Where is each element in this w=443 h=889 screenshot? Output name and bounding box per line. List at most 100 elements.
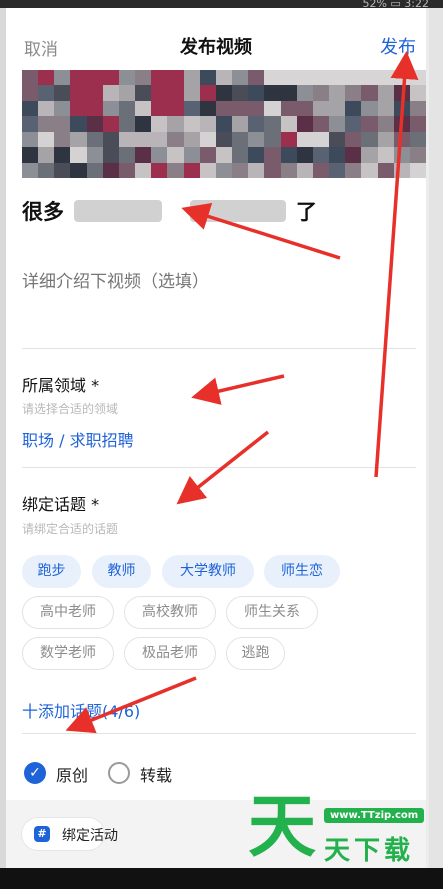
repost-option[interactable]: 转载 [108, 760, 198, 786]
thumbnail-mosaic-block [215, 85, 234, 102]
thumbnail-mosaic-block [377, 162, 395, 178]
thumbnail-mosaic-block [264, 162, 282, 178]
thumbnail-mosaic-block [135, 70, 153, 87]
thumbnail-mosaic-block [102, 100, 120, 118]
domain-selector[interactable]: 职场 / 求职招聘 [22, 427, 134, 451]
thumbnail-mosaic-block [118, 147, 137, 164]
topic-tag-suggestion[interactable]: 师生关系 [226, 596, 318, 629]
thumbnail-mosaic-block [118, 85, 137, 102]
thumbnail-mosaic-block [264, 131, 282, 149]
thumbnail-mosaic-block [70, 100, 88, 118]
thumbnail-mosaic-block [70, 147, 88, 164]
thumbnail-mosaic-block [86, 70, 104, 87]
thumbnail-mosaic-block [345, 100, 363, 118]
thumbnail-mosaic-block [215, 162, 234, 178]
topic-tag-selected[interactable]: 跑步 [22, 555, 81, 588]
watermark-url: www.TTzip.com [324, 808, 425, 823]
thumbnail-mosaic-block [54, 100, 72, 118]
topic-tag-suggestion[interactable]: 高校教师 [124, 596, 216, 629]
thumbnail-mosaic-block [312, 147, 331, 164]
thumbnail-mosaic-block [409, 116, 426, 133]
thumbnail-mosaic-block [329, 116, 347, 133]
topic-tag-suggestion[interactable]: 逃跑 [226, 637, 285, 670]
topic-tag-suggestion[interactable]: 极品老师 [124, 637, 216, 670]
thumbnail-mosaic-block [199, 147, 217, 164]
thumbnail-mosaic-block [329, 85, 347, 102]
description-input[interactable] [22, 252, 412, 312]
thumbnail-mosaic-block [215, 116, 234, 133]
thumbnail-mosaic-block [312, 162, 331, 178]
thumbnail-mosaic-block [54, 131, 72, 149]
thumbnail-mosaic-block [409, 147, 426, 164]
video-title-suffix: 了 [296, 200, 317, 224]
thumbnail-mosaic-block [199, 162, 217, 178]
thumbnail-mosaic-block [312, 100, 331, 118]
thumbnail-mosaic-block [22, 147, 40, 164]
thumbnail-mosaic-block [151, 100, 169, 118]
thumbnail-mosaic-block [248, 147, 266, 164]
thumbnail-mosaic-block [118, 162, 137, 178]
thumbnail-mosaic-block [345, 116, 363, 133]
redaction-blur [74, 200, 162, 222]
video-title-prefix: 很多 [22, 200, 64, 224]
thumbnail-mosaic-block [248, 131, 266, 149]
thumbnail-mosaic-block [86, 116, 104, 133]
thumbnail-mosaic-block [151, 116, 169, 133]
thumbnail-mosaic-block [264, 70, 282, 87]
publish-button[interactable]: 发布 [380, 33, 416, 59]
thumbnail-mosaic-block [86, 100, 104, 118]
thumbnail-mosaic-block [135, 85, 153, 102]
thumbnail-mosaic-block [199, 116, 217, 133]
thumbnail-mosaic-block [409, 70, 426, 87]
thumbnail-mosaic-block [345, 85, 363, 102]
thumbnail-mosaic-block [102, 85, 120, 102]
thumbnail-mosaic-block [151, 131, 169, 149]
thumbnail-mosaic-block [38, 131, 56, 149]
hash-icon: # [34, 826, 50, 842]
navigation-bar [0, 868, 443, 889]
topic-tag-suggestion[interactable]: 数学老师 [22, 637, 114, 670]
thumbnail-mosaic-block [264, 116, 282, 133]
thumbnail-mosaic-block [22, 100, 40, 118]
thumbnail-mosaic-block [167, 85, 185, 102]
publish-video-sheet: 取消 发布视频 发布 很多 了 所属领域 * 请选择合适的领域 职场 / 求职招聘… [6, 8, 426, 868]
original-option[interactable]: ✓ 原创 [24, 760, 104, 786]
video-cover-thumbnail[interactable] [22, 70, 426, 178]
thumbnail-mosaic-block [296, 116, 314, 133]
topic-tag-suggestion[interactable]: 高中老师 [22, 596, 114, 629]
thumbnail-mosaic-block [70, 70, 88, 87]
thumbnail-mosaic-block [151, 162, 169, 178]
thumbnail-mosaic-block [393, 70, 411, 87]
thumbnail-mosaic-block [22, 70, 40, 87]
thumbnail-mosaic-block [248, 85, 266, 102]
thumbnail-mosaic-block [183, 100, 201, 118]
thumbnail-mosaic-block [361, 147, 379, 164]
topic-tag-selected[interactable]: 教师 [92, 555, 151, 588]
thumbnail-mosaic-block [232, 70, 250, 87]
thumbnail-mosaic-block [102, 116, 120, 133]
thumbnail-mosaic-block [409, 162, 426, 178]
thumbnail-mosaic-block [393, 131, 411, 149]
site-watermark: 天 www.TTzip.com 天下载 [248, 790, 428, 870]
thumbnail-mosaic-block [232, 162, 250, 178]
thumbnail-mosaic-block [70, 85, 88, 102]
thumbnail-mosaic-block [329, 70, 347, 87]
thumbnail-mosaic-block [312, 116, 331, 133]
topic-tag-selected[interactable]: 大学教师 [162, 555, 254, 588]
watermark-logo-char: 天 [248, 788, 317, 867]
bind-activity-button[interactable]: # 绑定活动 [22, 818, 118, 850]
thumbnail-mosaic-block [54, 147, 72, 164]
thumbnail-mosaic-block [38, 162, 56, 178]
topic-tag-selected[interactable]: 师生恋 [264, 555, 340, 588]
thumbnail-mosaic-block [393, 100, 411, 118]
thumbnail-mosaic-block [377, 70, 395, 87]
thumbnail-mosaic-block [393, 162, 411, 178]
divider [22, 348, 416, 349]
thumbnail-mosaic-block [329, 100, 347, 118]
thumbnail-mosaic-block [183, 147, 201, 164]
thumbnail-mosaic-block [38, 116, 56, 133]
topic-label: 绑定话题 * [22, 495, 100, 514]
thumbnail-mosaic-block [329, 162, 347, 178]
thumbnail-mosaic-block [38, 100, 56, 118]
add-topic-button[interactable]: 十添加话题(4/6) [22, 698, 140, 722]
